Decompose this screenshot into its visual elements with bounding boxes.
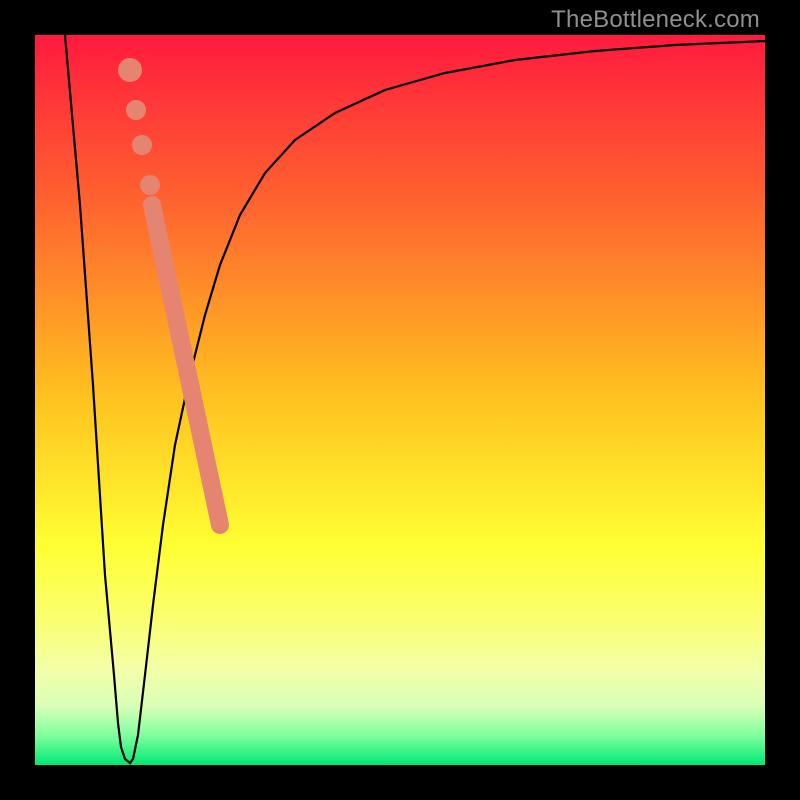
highlight-dot xyxy=(126,100,146,120)
highlight-dot xyxy=(132,135,152,155)
highlight-dot xyxy=(140,175,160,195)
watermark-text: TheBottleneck.com xyxy=(551,6,760,34)
highlight-dot xyxy=(118,58,142,82)
chart-frame: TheBottleneck.com xyxy=(0,0,800,800)
bottleneck-curve xyxy=(65,35,765,763)
chart-svg xyxy=(35,35,765,765)
highlight-segment xyxy=(152,205,220,525)
plot-area xyxy=(35,35,765,765)
highlight-markers xyxy=(118,58,220,525)
